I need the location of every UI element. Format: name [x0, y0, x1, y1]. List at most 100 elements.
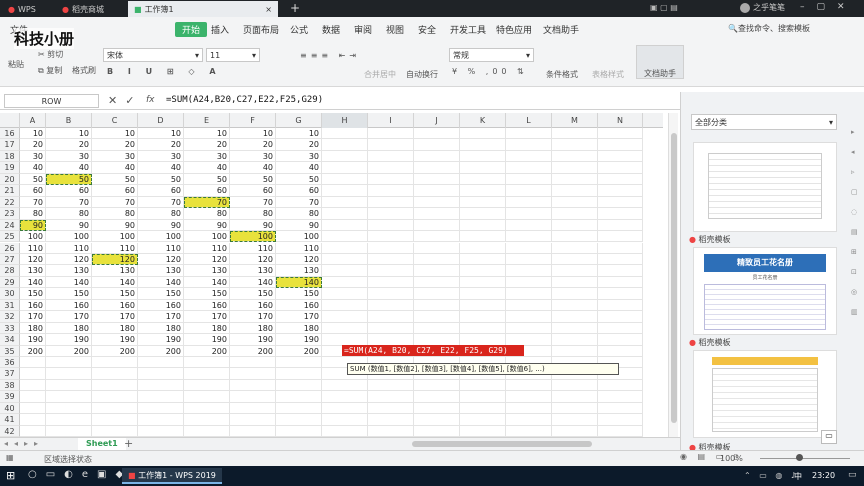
- cell[interactable]: 40: [276, 162, 322, 174]
- cell[interactable]: [276, 402, 322, 415]
- cell[interactable]: [414, 242, 460, 254]
- cell[interactable]: 160: [138, 299, 184, 312]
- cell[interactable]: [20, 391, 46, 403]
- column-header-h[interactable]: H: [322, 113, 368, 128]
- cell[interactable]: 80: [184, 208, 230, 220]
- cell[interactable]: [368, 162, 414, 174]
- cell[interactable]: [322, 276, 368, 289]
- fx-icon[interactable]: fx: [146, 95, 155, 105]
- cell[interactable]: [276, 357, 322, 369]
- cell[interactable]: [414, 391, 460, 403]
- cell[interactable]: [230, 379, 276, 392]
- cell[interactable]: [414, 185, 460, 197]
- cell[interactable]: [552, 173, 598, 186]
- cell[interactable]: [552, 425, 598, 438]
- cell[interactable]: [460, 391, 506, 403]
- cell[interactable]: 40: [46, 162, 92, 174]
- cell[interactable]: [368, 242, 414, 254]
- cell[interactable]: [368, 334, 414, 346]
- cell[interactable]: 150: [46, 288, 92, 300]
- cell[interactable]: 130: [276, 265, 322, 277]
- cell[interactable]: [506, 265, 552, 277]
- cell[interactable]: [368, 128, 414, 140]
- name-box[interactable]: ROW: [4, 94, 99, 108]
- cell[interactable]: 60: [230, 185, 276, 197]
- zoom-slider[interactable]: [760, 458, 850, 459]
- cell[interactable]: [92, 357, 138, 369]
- cell[interactable]: 160: [184, 299, 230, 312]
- row-header[interactable]: 20: [0, 173, 20, 186]
- cell[interactable]: 50: [184, 173, 230, 186]
- cell[interactable]: [552, 288, 598, 300]
- cell[interactable]: 30: [230, 150, 276, 163]
- cell[interactable]: [598, 208, 643, 220]
- cell[interactable]: [598, 150, 643, 163]
- cell[interactable]: [322, 150, 368, 163]
- cell[interactable]: [460, 219, 506, 232]
- cell[interactable]: [92, 391, 138, 403]
- cell[interactable]: 190: [46, 334, 92, 346]
- notification-icon[interactable]: ▭: [848, 470, 857, 480]
- cut-button[interactable]: ✂ 剪切: [38, 49, 63, 60]
- tab-daoke[interactable]: ● 稻壳商城: [56, 1, 126, 17]
- cell[interactable]: [322, 253, 368, 266]
- vertical-scrollbar[interactable]: [668, 113, 678, 437]
- cell[interactable]: [460, 128, 506, 140]
- cell[interactable]: [322, 265, 368, 277]
- cell[interactable]: 70: [138, 196, 184, 209]
- row-header[interactable]: 17: [0, 139, 20, 151]
- row-header[interactable]: 37: [0, 368, 20, 380]
- cell[interactable]: [598, 139, 643, 151]
- cell[interactable]: [506, 208, 552, 220]
- cell[interactable]: 150: [230, 288, 276, 300]
- cell[interactable]: [322, 414, 368, 426]
- cell[interactable]: [552, 265, 598, 277]
- cell[interactable]: [460, 334, 506, 346]
- cell[interactable]: [552, 322, 598, 335]
- tray-icons[interactable]: ⌃ ▭ ◍ ♪: [744, 471, 799, 480]
- cell[interactable]: 90: [138, 219, 184, 232]
- cell[interactable]: 190: [20, 334, 46, 346]
- row-header[interactable]: 33: [0, 322, 20, 335]
- cell[interactable]: [414, 196, 460, 209]
- cell[interactable]: [368, 379, 414, 392]
- cell[interactable]: 40: [138, 162, 184, 174]
- menu-security[interactable]: 安全: [418, 23, 436, 36]
- cell[interactable]: [506, 402, 552, 415]
- cell[interactable]: [46, 402, 92, 415]
- cell[interactable]: [414, 208, 460, 220]
- column-header-i[interactable]: I: [368, 113, 414, 128]
- cell[interactable]: 110: [138, 242, 184, 254]
- cell[interactable]: 200: [46, 345, 92, 357]
- cell[interactable]: 80: [276, 208, 322, 220]
- cell[interactable]: [506, 231, 552, 243]
- cell[interactable]: [598, 402, 643, 415]
- cell[interactable]: [460, 162, 506, 174]
- cell[interactable]: [598, 231, 643, 243]
- cell[interactable]: 170: [46, 311, 92, 323]
- font-style-buttons[interactable]: B I U ⊞ ◇ A: [107, 67, 222, 76]
- cell[interactable]: 140: [138, 276, 184, 289]
- cell[interactable]: [20, 368, 46, 380]
- cell[interactable]: 180: [230, 322, 276, 335]
- cell[interactable]: [598, 196, 643, 209]
- cell[interactable]: 20: [46, 139, 92, 151]
- cell[interactable]: 120: [276, 253, 322, 266]
- cell[interactable]: [322, 208, 368, 220]
- cell[interactable]: 160: [230, 299, 276, 312]
- cell[interactable]: 30: [92, 150, 138, 163]
- cell[interactable]: 40: [230, 162, 276, 174]
- cell[interactable]: [552, 345, 598, 357]
- cell[interactable]: [460, 242, 506, 254]
- cell[interactable]: [414, 425, 460, 438]
- cell[interactable]: 110: [92, 242, 138, 254]
- cell[interactable]: [460, 265, 506, 277]
- cell[interactable]: [46, 357, 92, 369]
- menu-data[interactable]: 数据: [322, 23, 340, 36]
- cell[interactable]: [506, 299, 552, 312]
- cell[interactable]: 120: [230, 253, 276, 266]
- cell[interactable]: [368, 219, 414, 232]
- cell[interactable]: [506, 414, 552, 426]
- cell[interactable]: 180: [276, 322, 322, 335]
- cell[interactable]: 50: [20, 173, 46, 186]
